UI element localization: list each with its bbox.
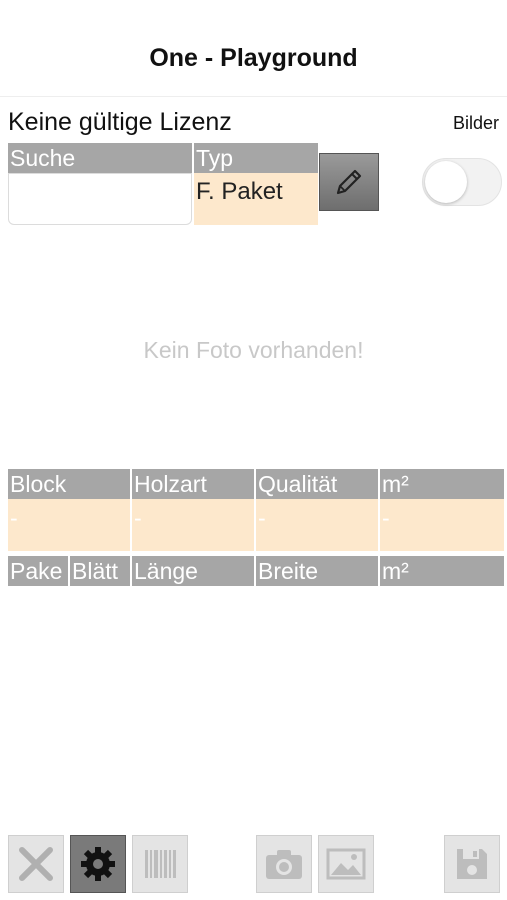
header-blaetter: Blätt (70, 556, 130, 586)
toggle-knob (425, 161, 467, 203)
barcode-icon (145, 850, 176, 878)
page-title: One - Playground (149, 44, 358, 72)
settings-button[interactable] (70, 835, 126, 893)
no-photo-placeholder: Kein Foto vorhanden! (143, 337, 364, 363)
navigation-bar: One - Playground (0, 0, 507, 97)
pencil-icon (336, 169, 362, 195)
bilder-label: Bilder (452, 113, 499, 133)
bilder-toggle[interactable] (422, 158, 502, 206)
header-breite: Breite (256, 556, 378, 586)
header-m2-2: m² (380, 556, 504, 586)
header-m2: m² (380, 469, 504, 499)
close-icon (19, 847, 53, 881)
value-holzart: - (132, 499, 254, 551)
search-label: Suche (8, 143, 192, 173)
license-status: Keine gültige Lizenz (8, 108, 232, 136)
image-icon (326, 848, 366, 880)
close-button[interactable] (8, 835, 64, 893)
value-block: - (8, 499, 130, 551)
value-qualitaet: - (256, 499, 378, 551)
bottom-toolbar (0, 830, 507, 900)
save-button[interactable] (444, 835, 500, 893)
save-icon (457, 849, 487, 879)
header-block: Block (8, 469, 130, 499)
edit-button[interactable] (319, 153, 379, 211)
gallery-button[interactable] (318, 835, 374, 893)
search-input[interactable] (8, 173, 192, 225)
header-qualitaet: Qualität (256, 469, 378, 499)
camera-icon (266, 850, 302, 879)
barcode-button[interactable] (132, 835, 188, 893)
gear-icon (81, 847, 115, 881)
header-holzart: Holzart (132, 469, 254, 499)
header-pakete: Pake (8, 556, 68, 586)
camera-button[interactable] (256, 835, 312, 893)
type-label: Typ (194, 143, 318, 173)
value-m2: - (380, 499, 504, 551)
type-value[interactable]: F. Paket (194, 173, 318, 225)
header-laenge: Länge (132, 556, 254, 586)
